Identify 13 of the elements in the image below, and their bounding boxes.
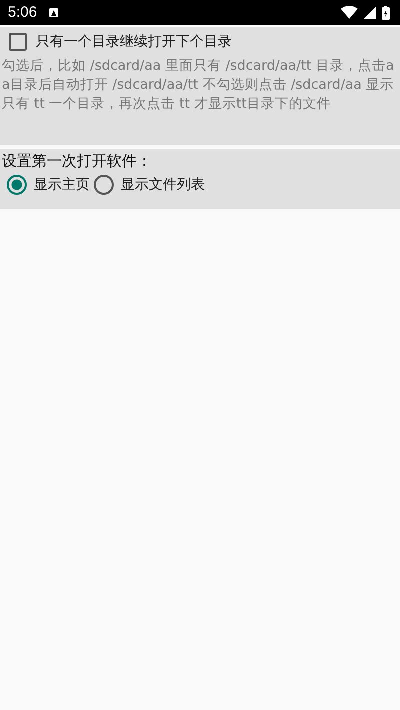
radio-option[interactable]: 显示文件列表 [94,175,205,195]
radio-icon[interactable] [7,175,27,195]
clock-time: 5:06 [8,4,38,21]
signal-icon [364,6,376,18]
option-description: 勾选后，比如 /sdcard/aa 里面只有 /sdcard/aa/tt 目录，点击aa目录后自动打开 /sdcard/aa/tt 不勾选则点击 /sdcard/aa 显示只有 tt 一个目录，再次点击 tt 才显示tt目录下的文件 [2,57,396,114]
wifi-icon [341,6,358,19]
radio-option[interactable]: 显示主页 [7,175,90,195]
notification-icon [49,8,60,18]
section-title: 设置第一次打开软件： [2,152,153,171]
option-checkbox[interactable]: 只有一个目录继续打开下个目录 [2,33,396,51]
radio-icon[interactable] [94,175,114,195]
battery-icon [382,6,390,20]
checkbox-icon[interactable] [9,33,27,51]
